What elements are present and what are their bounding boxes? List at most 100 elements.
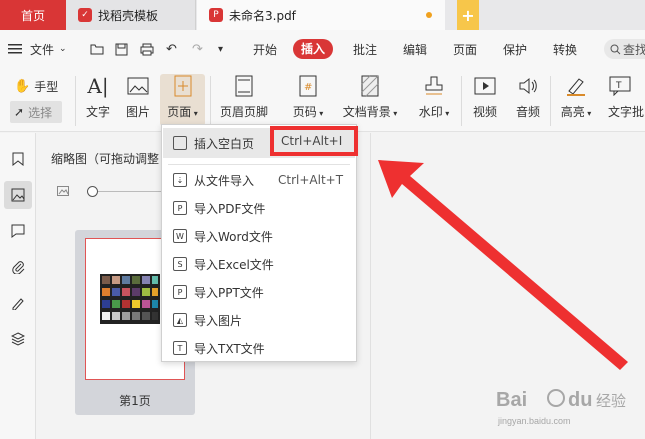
header-footer-button[interactable]: 页眉页脚 [218, 74, 270, 120]
new-tab-button[interactable]: + [457, 0, 479, 30]
text-annotation-button[interactable]: T 文字批 [608, 74, 645, 120]
undo-icon[interactable]: ↶ [166, 39, 177, 59]
menu-convert[interactable]: 转换 [553, 39, 577, 59]
tab-home[interactable]: 首页 [0, 0, 66, 30]
comment-icon[interactable] [4, 217, 32, 245]
select-tool-button[interactable]: ➚ 选择 [10, 101, 62, 123]
text-button[interactable]: A| 文字 [84, 74, 112, 120]
menu-bar: 文件 ⌄ ↶ ↷ ▾ 开始 插入 批注 编辑 页面 保护 转换 查找 [0, 30, 645, 68]
doc-background-text: 文档背景 ▾ [343, 103, 398, 120]
zoom-slider-track[interactable] [93, 191, 163, 192]
search-box[interactable]: 查找 [604, 39, 645, 59]
import-image-label: 导入图片 [194, 313, 243, 328]
highlighter-icon [564, 74, 588, 98]
chevron-down-icon: ⌄ [59, 44, 67, 54]
txt-file-icon: T [173, 341, 187, 355]
import-image-item[interactable]: ◭ 导入图片 [162, 307, 356, 333]
page-number-button[interactable]: # 页码 ▾ [290, 74, 326, 120]
layers-icon[interactable] [4, 325, 32, 353]
text-annotation-icon: T [608, 74, 632, 98]
image-button-label: 图片 [125, 105, 150, 119]
watermark-button[interactable]: 水印 ▾ [414, 74, 454, 120]
menu-insert[interactable]: 插入 [293, 39, 334, 59]
menu-start-label: 开始 [253, 42, 278, 57]
doc-background-button[interactable]: 文档背景 ▾ [342, 74, 398, 120]
import-from-file-shortcut: Ctrl+Alt+T [278, 173, 344, 187]
background-icon [358, 74, 382, 98]
import-ppt-item[interactable]: P 导入PPT文件 [162, 279, 356, 305]
menu-edit[interactable]: 编辑 [403, 39, 427, 59]
signature-icon[interactable] [4, 289, 32, 317]
ribbon-divider [550, 76, 551, 126]
page-button[interactable]: 页面 ▾ [160, 74, 205, 126]
image-file-icon: ◭ [173, 313, 187, 327]
cursor-arrow-icon: ➚ [14, 105, 25, 119]
menu-protect-label: 保护 [503, 42, 528, 57]
video-button[interactable]: 视频 [470, 74, 500, 120]
hamburger-icon[interactable] [8, 39, 22, 59]
menu-comment-label: 批注 [353, 42, 378, 57]
menu-convert-label: 转换 [553, 42, 578, 57]
open-folder-icon[interactable] [90, 39, 104, 59]
page-button-text: 页面 ▾ [167, 103, 198, 120]
tab-document[interactable]: P 未命名3.pdf [197, 0, 445, 30]
audio-button[interactable]: 音频 [513, 74, 543, 120]
tab-document-label: 未命名3.pdf [229, 8, 296, 23]
daoke-logo-icon: ✓ [78, 8, 92, 22]
page-number-text: 页码 ▾ [293, 103, 324, 120]
left-sidebar [0, 133, 36, 439]
import-txt-item[interactable]: T 导入TXT文件 [162, 335, 356, 361]
chevron-down-icon: ▾ [316, 109, 324, 118]
page-number-label: 页码 [292, 105, 317, 119]
hand-tool-label: 手型 [34, 80, 59, 94]
menu-protect[interactable]: 保护 [503, 39, 527, 59]
dropdown-divider [168, 164, 350, 165]
ribbon-divider [75, 76, 76, 126]
watermark-label: 水印 [418, 105, 443, 119]
redo-icon[interactable]: ↷ [192, 39, 203, 59]
hand-tool-button[interactable]: ✋ 手型 [14, 78, 58, 95]
bookmark-icon[interactable] [4, 145, 32, 173]
select-tool-label: 选择 [28, 105, 53, 120]
baidu-logo: Bai du 经验 jingyan.baidu.com [496, 389, 626, 426]
pdf-file-icon: P [209, 8, 223, 22]
import-pdf-item[interactable]: P 导入PDF文件 [162, 195, 356, 221]
highlight-button[interactable]: 高亮 ▾ [558, 74, 594, 120]
menu-page-label: 页面 [453, 42, 478, 57]
highlight-text: 高亮 ▾ [561, 103, 592, 120]
menu-page[interactable]: 页面 [453, 39, 477, 59]
more-dropdown-icon[interactable]: ▾ [218, 39, 223, 59]
menu-insert-label: 插入 [293, 39, 334, 59]
watermark-stamp-icon [422, 74, 446, 98]
ribbon-toolbar: ✋ 手型 ➚ 选择 A| 文字 图片 页面 ▾ 页眉页脚 # 页码 ▾ 文档背景 ▾… [0, 68, 645, 132]
menu-edit-label: 编辑 [403, 42, 428, 57]
thumbnail-icon[interactable] [4, 181, 32, 209]
ribbon-divider [210, 76, 211, 126]
import-excel-item[interactable]: S 导入Excel文件 [162, 251, 356, 277]
save-icon[interactable] [115, 39, 128, 59]
excel-file-icon: S [173, 257, 187, 271]
zoom-slider-handle[interactable] [87, 186, 98, 197]
tab-template[interactable]: ✓ 找稻壳模板 [66, 0, 196, 30]
import-word-item[interactable]: W 导入Word文件 [162, 223, 356, 249]
file-menu[interactable]: 文件 ⌄ [30, 39, 67, 59]
chevron-down-icon: ▾ [390, 109, 398, 118]
chevron-down-icon: ▾ [584, 109, 592, 118]
ribbon-divider [461, 76, 462, 126]
print-icon[interactable] [140, 39, 154, 59]
import-word-label: 导入Word文件 [194, 229, 273, 244]
page-add-icon [171, 74, 195, 98]
page-insert-dropdown: 插入空白页 ⇣ 从文件导入 Ctrl+Alt+T P 导入PDF文件 W 导入W… [161, 124, 357, 362]
word-file-icon: W [173, 229, 187, 243]
header-footer-icon [232, 74, 256, 98]
menu-comment[interactable]: 批注 [353, 39, 377, 59]
video-icon [473, 74, 497, 98]
svg-text:du: du [568, 389, 592, 411]
pdf-file-icon: P [173, 201, 187, 215]
hand-icon: ✋ [14, 79, 31, 94]
menu-start[interactable]: 开始 [253, 39, 277, 59]
attachment-icon[interactable] [4, 253, 32, 281]
image-button[interactable]: 图片 [124, 74, 152, 120]
doc-background-label: 文档背景 [342, 105, 391, 119]
import-txt-label: 导入TXT文件 [194, 341, 265, 356]
